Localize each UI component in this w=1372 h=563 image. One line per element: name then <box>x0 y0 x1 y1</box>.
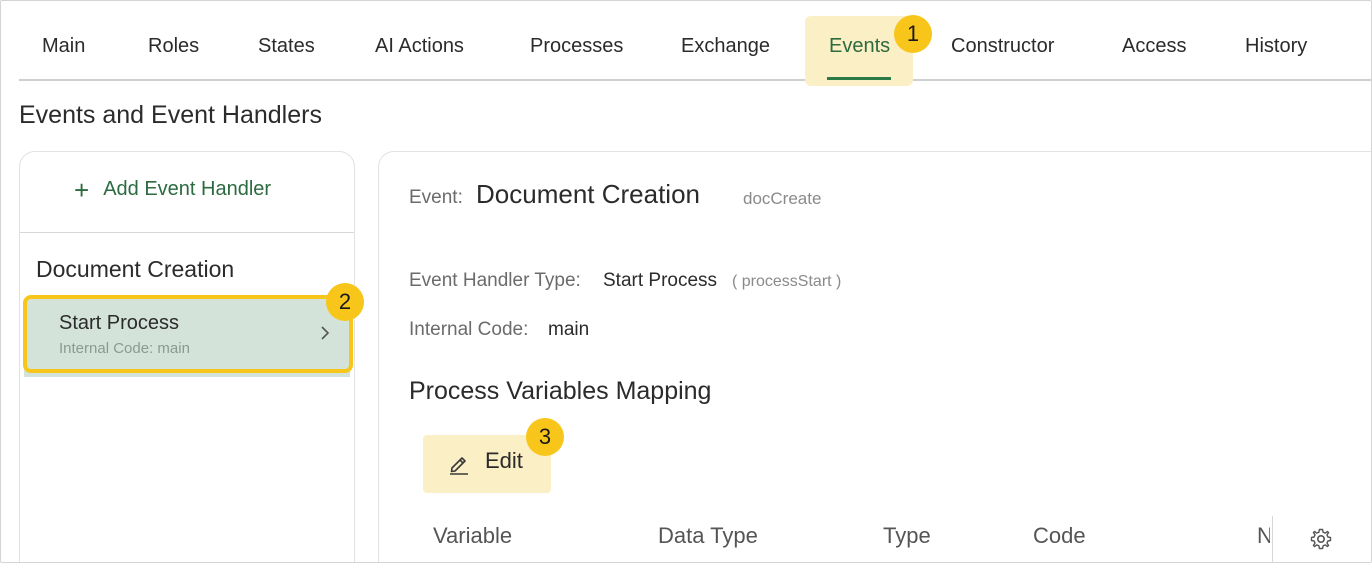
page-title: Events and Event Handlers <box>19 101 322 129</box>
column-header-code[interactable]: Code <box>1033 523 1086 549</box>
callout-badge-3: 3 <box>526 418 564 456</box>
tab-access[interactable]: Access <box>1122 35 1186 58</box>
column-header-variable[interactable]: Variable <box>433 523 512 549</box>
column-header-data-type[interactable]: Data Type <box>658 523 758 549</box>
gear-icon[interactable] <box>1309 527 1333 556</box>
event-details-panel <box>378 151 1371 562</box>
plus-icon: + <box>74 174 90 205</box>
callout-badge-2: 2 <box>326 283 364 321</box>
callout-badge-1: 1 <box>894 15 932 53</box>
edit-label: Edit <box>485 448 523 473</box>
app-frame: Main Roles States AI Actions Processes E… <box>0 0 1372 563</box>
event-code: docCreate <box>743 189 822 208</box>
tab-main[interactable]: Main <box>42 35 85 58</box>
tab-history[interactable]: History <box>1245 35 1307 58</box>
tab-constructor[interactable]: Constructor <box>951 35 1054 58</box>
handler-type-label: Event Handler Type: <box>409 270 581 291</box>
tab-events[interactable]: Events <box>829 35 890 58</box>
divider <box>20 232 354 233</box>
handler-item-title: Start Process <box>59 312 180 334</box>
event-label: Event: <box>409 187 463 208</box>
tab-processes[interactable]: Processes <box>530 35 623 58</box>
event-name: Document Creation <box>476 179 700 209</box>
column-divider <box>1272 516 1273 562</box>
internal-code-label: Internal Code: <box>409 319 529 340</box>
chevron-right-icon <box>319 323 331 349</box>
mapping-section-title: Process Variables Mapping <box>409 377 712 405</box>
tab-ai-actions[interactable]: AI Actions <box>375 35 464 58</box>
column-header-type[interactable]: Type <box>883 523 931 549</box>
tab-states[interactable]: States <box>258 35 315 58</box>
tab-roles[interactable]: Roles <box>148 35 199 58</box>
add-event-handler-label: Add Event Handler <box>103 178 272 200</box>
handler-type-code: ( processStart ) <box>732 273 842 290</box>
column-header-truncated[interactable]: N <box>1257 523 1270 549</box>
internal-code-value: main <box>548 319 590 340</box>
pencil-icon <box>447 451 471 480</box>
tab-exchange[interactable]: Exchange <box>681 35 770 58</box>
add-event-handler-button[interactable]: + Add Event Handler <box>74 174 272 205</box>
handler-item-subtitle: Internal Code: main <box>59 340 190 357</box>
handler-type-value: Start Process <box>603 270 718 291</box>
event-group-title: Document Creation <box>36 256 235 282</box>
active-tab-underline <box>827 77 891 80</box>
